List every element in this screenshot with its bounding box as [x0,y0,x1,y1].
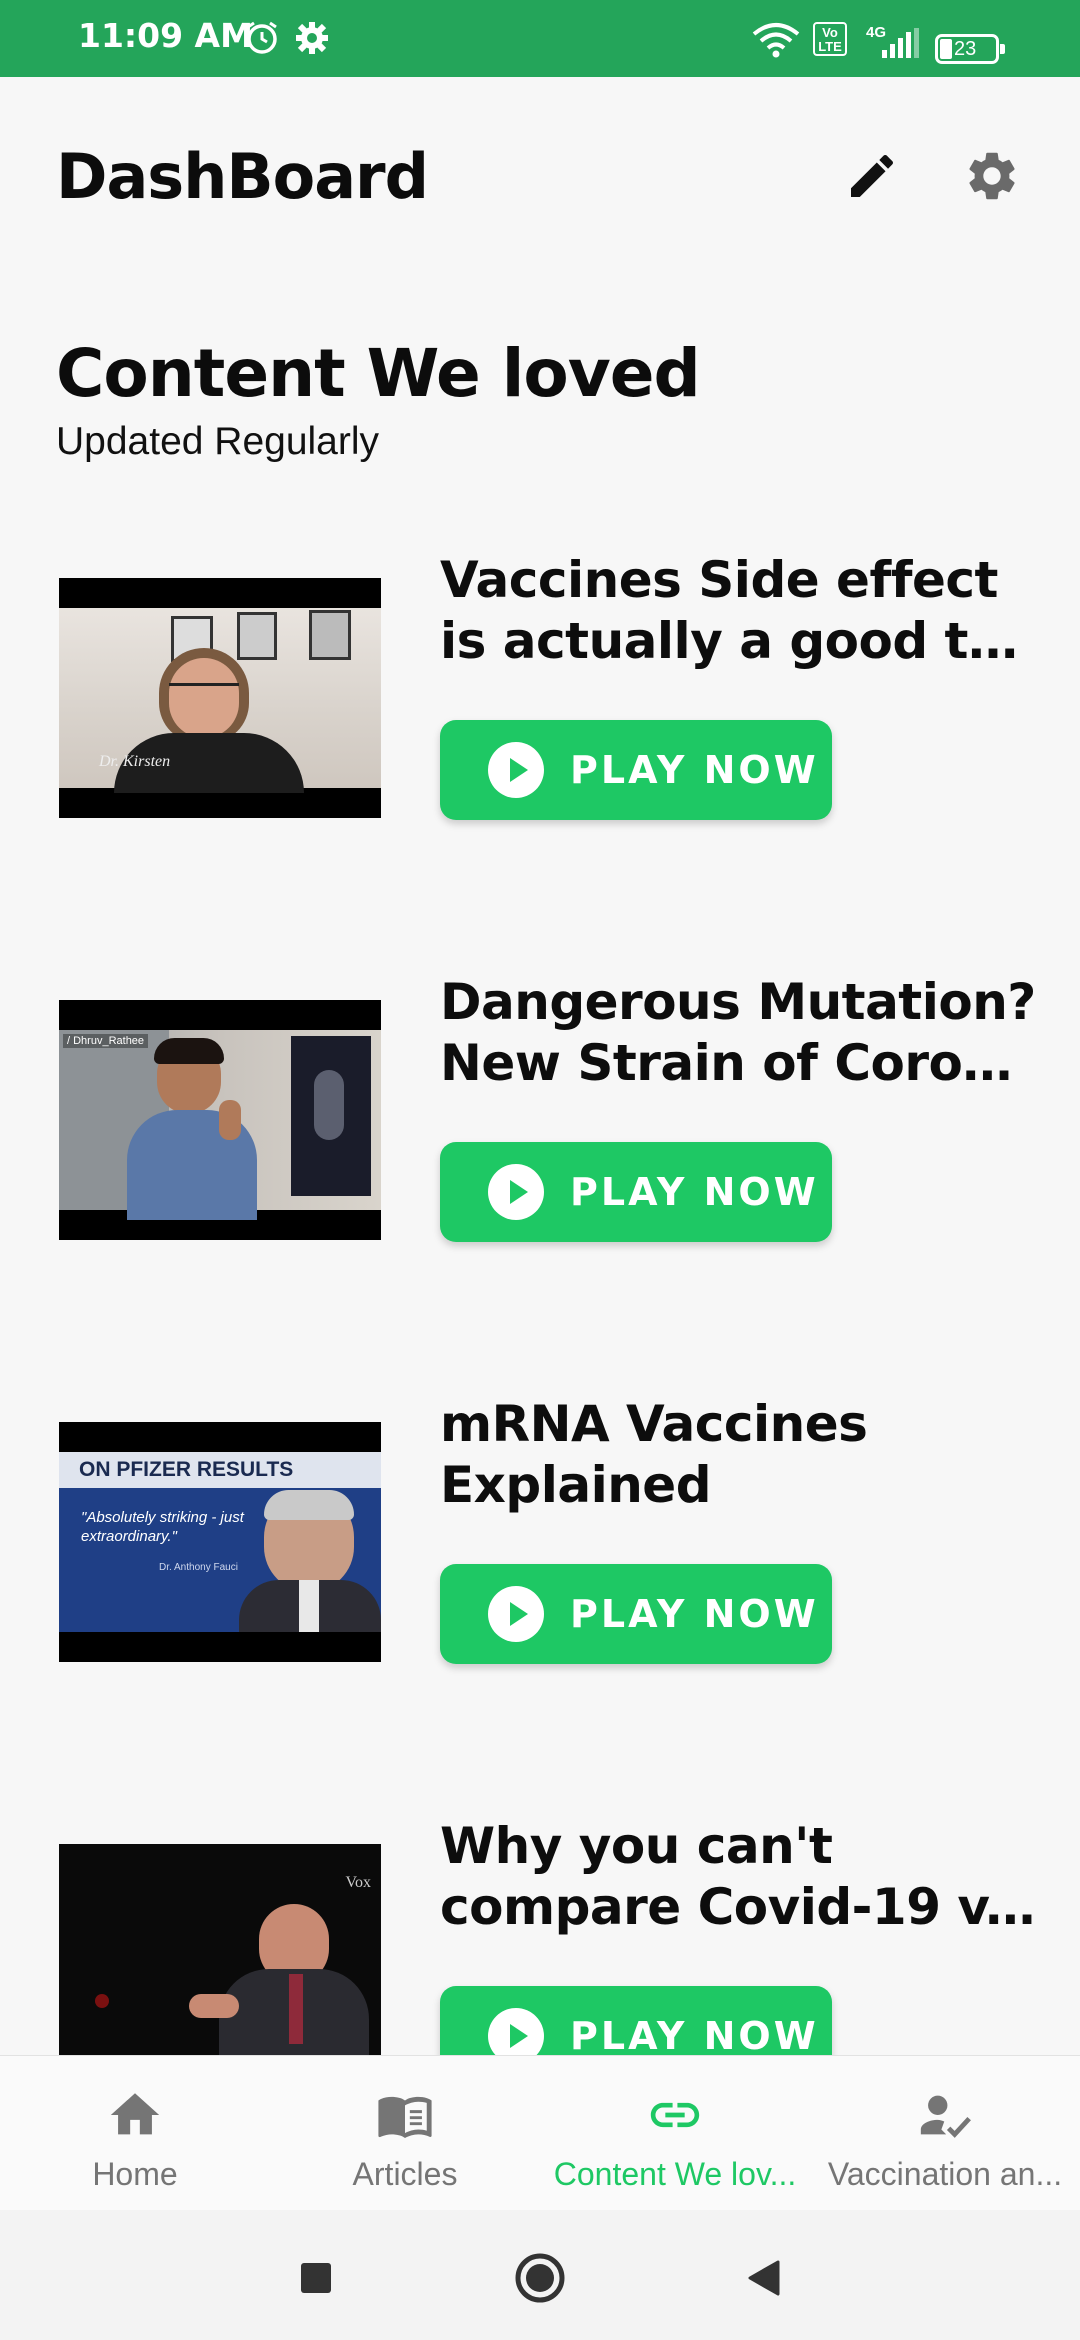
play-now-button[interactable]: PLAY NOW [440,1564,832,1664]
thumbnail-name: Dr. Anthony Fauci [159,1562,238,1573]
page-title: DashBoard [56,140,429,213]
gear-icon [969,152,1015,200]
thumbnail-image: / Dhruv_Rathee [59,1030,381,1220]
content-title-line: Vaccines Side effect [440,551,998,609]
home-system-button[interactable] [510,2248,570,2308]
nav-label-home: Home [92,2156,178,2192]
content-item[interactable]: Dr. Kirsten Vaccines Side effect is actu… [0,550,1080,880]
nav-label-vaccination: Vaccination an... [827,2156,1063,2192]
content-item[interactable]: ON PFIZER RESULTS "Absolutely striking -… [0,1394,1080,1724]
link-icon [650,2102,700,2128]
play-now-label: PLAY NOW [570,748,819,792]
home-icon [110,2093,160,2135]
content-title: Why you can't compare Covid-19 v... [440,1816,1040,1938]
settings-button[interactable] [956,140,1028,212]
nav-item-articles[interactable]: Articles [270,2056,540,2211]
play-circle-icon [488,2008,544,2055]
play-now-button[interactable]: PLAY NOW [440,1142,832,1242]
play-circle-icon [488,1586,544,1642]
back-triangle-icon [748,2260,780,2296]
nav-item-vaccination[interactable]: Vaccination an... [810,2056,1080,2211]
back-button[interactable] [734,2248,794,2308]
content-title-line: compare Covid-19 v... [440,1878,1040,1936]
section-title: Content We loved [56,335,701,412]
content-scroll-area[interactable]: DashBoard Content We loved Updated Regul… [0,0,1080,2055]
bottom-navigation: Home Articles Content We lov... Vaccinat… [0,2055,1080,2211]
nav-label-content: Content We lov... [553,2156,797,2192]
play-now-button[interactable]: PLAY NOW [440,720,832,820]
content-title-line: Why you can't [440,1817,833,1875]
content-title: Vaccines Side effect is actually a good … [440,550,1040,672]
content-title-line: mRNA Vaccines [440,1395,868,1453]
content-title-line: is actually a good th... [440,612,1040,670]
nav-label-articles: Articles [352,2156,458,2192]
video-thumbnail[interactable]: ON PFIZER RESULTS "Absolutely striking -… [59,1422,381,1662]
nav-item-home[interactable]: Home [0,2056,270,2211]
thumbnail-caption: Dr. Kirsten [99,753,171,770]
user-check-icon [920,2095,971,2138]
thumbnail-image: ON PFIZER RESULTS "Absolutely striking -… [59,1452,381,1632]
thumbnail-quote: "Absolutely striking - just extraordinar… [81,1509,244,1545]
play-now-button[interactable]: PLAY NOW [440,1986,832,2055]
thumbnail-caption: / Dhruv_Rathee [63,1034,149,1048]
thumbnail-image: Dr. Kirsten [59,608,381,793]
play-now-label: PLAY NOW [570,2014,819,2055]
content-title-line: Dangerous Mutation? [440,973,1036,1031]
section-subtitle: Updated Regularly [56,420,380,463]
content-title-line: New Strain of Coron... [440,1034,1040,1092]
thumbnail-caption: ON PFIZER RESULTS [79,1458,294,1481]
play-circle-icon [488,1164,544,1220]
nav-item-content[interactable]: Content We lov... [540,2056,810,2211]
circle-icon [515,2253,565,2303]
video-thumbnail[interactable]: Dr. Kirsten [59,578,381,818]
content-item[interactable]: Vox Why you can't compare Covid-19 v... … [0,1816,1080,2055]
video-thumbnail[interactable]: / Dhruv_Rathee [59,1000,381,1240]
play-circle-icon [488,742,544,798]
content-item[interactable]: / Dhruv_Rathee Dangerous Mutation? New S… [0,972,1080,1302]
content-title-line: Explained [440,1456,712,1514]
recents-button[interactable] [286,2248,346,2308]
thumbnail-caption: Vox [345,1874,372,1891]
book-icon [378,2096,432,2138]
content-title: Dangerous Mutation? New Strain of Coron.… [440,972,1040,1094]
system-navigation-bar [0,2210,1080,2340]
thumbnail-image: Vox [59,1844,381,2055]
pencil-icon [851,154,894,197]
play-now-label: PLAY NOW [570,1592,819,1636]
content-title: mRNA Vaccines Explained [440,1394,1040,1516]
edit-button[interactable] [836,140,908,212]
play-now-label: PLAY NOW [570,1170,819,1214]
video-thumbnail[interactable]: Vox [59,1844,381,2055]
square-icon [301,2263,331,2293]
